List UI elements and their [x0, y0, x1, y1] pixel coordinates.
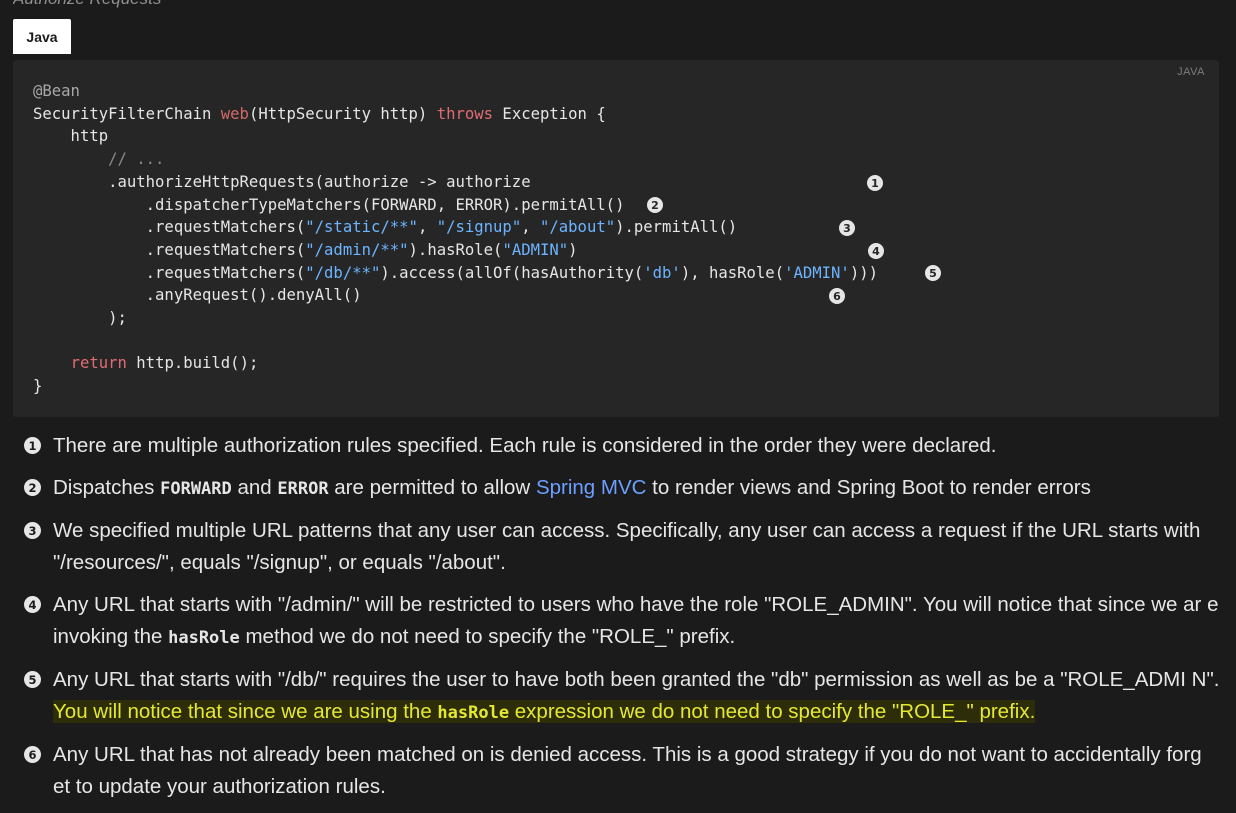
code-line-11: );	[33, 309, 127, 328]
callout-number: 2	[24, 479, 41, 496]
code-line-14: }	[33, 377, 43, 396]
callout-text: method we do not need to specify the "RO…	[239, 625, 736, 648]
code-line-4: // ...	[33, 150, 165, 169]
inline-code: ERROR	[277, 479, 329, 499]
inline-code: FORWARD	[160, 479, 232, 499]
callout-number: 1	[24, 437, 41, 454]
code-line-6: .dispatcherTypeMatchers(FORWARD, ERROR).…	[33, 195, 625, 214]
code-line-3: http	[33, 127, 109, 146]
code-block: JAVA @Bean SecurityFilterChain web(HttpS…	[13, 60, 1219, 417]
code-callout-marker-1: 1	[867, 175, 883, 191]
callout-text: are permitted to allow	[328, 476, 536, 499]
callout-item-4: 4 Any URL that starts with "/admin/" wil…	[0, 589, 1236, 654]
callout-item-2: 2 Dispatches FORWARD and ERROR are permi…	[0, 472, 1236, 505]
code-line-5: .authorizeHttpRequests(authorize -> auth…	[33, 172, 531, 191]
code-line-1: @Bean	[33, 82, 80, 100]
callout-text: Any URL that has not already been matche…	[53, 743, 1202, 798]
tab-java[interactable]: Java	[13, 19, 71, 54]
callout-text: Dispatches	[53, 476, 161, 499]
code-callout-marker-4: 4	[868, 243, 884, 259]
inline-code: hasRole	[168, 628, 240, 648]
spring-mvc-link[interactable]: Spring MVC	[536, 476, 647, 499]
callout-number: 4	[24, 596, 41, 613]
code-line-13: return http.build();	[70, 354, 259, 373]
callout-text: Any URL that starts with "/db/" requires…	[53, 668, 1220, 691]
callout-text: We specified multiple URL patterns that …	[53, 519, 1201, 574]
code-line-2: SecurityFilterChain web(HttpSecurity htt…	[33, 104, 606, 123]
code-line-9: .requestMatchers("/db/**").access(allOf(…	[33, 263, 878, 282]
callout-item-1: 1 There are multiple authorization rules…	[0, 430, 1236, 462]
code-line-8: .requestMatchers("/admin/**").hasRole("A…	[33, 240, 578, 259]
callout-list: 1 There are multiple authorization rules…	[0, 430, 1236, 813]
code-line-7: .requestMatchers("/static/**", "/signup"…	[33, 218, 738, 237]
section-title: Authorize Requests	[13, 0, 161, 8]
callout-text: There are multiple authorization rules s…	[53, 434, 997, 457]
code-listing: @Bean SecurityFilterChain web(HttpSecuri…	[33, 80, 878, 398]
highlighted-text: You will notice that since we are using …	[53, 700, 1036, 723]
callout-text: and	[231, 476, 278, 499]
callout-number: 5	[24, 671, 41, 688]
callout-text: to render views and Spring Boot to rende…	[646, 476, 1091, 499]
callout-number: 3	[24, 522, 41, 539]
callout-item-6: 6 Any URL that has not already been matc…	[0, 739, 1236, 803]
code-callout-marker-6: 6	[829, 288, 845, 304]
inline-code: hasRole	[437, 703, 510, 723]
callout-item-5: 5 Any URL that starts with "/db/" requir…	[0, 664, 1236, 729]
code-callout-marker-5: 5	[925, 265, 941, 281]
language-label: JAVA	[1177, 66, 1205, 78]
code-callout-marker-3: 3	[839, 220, 855, 236]
code-line-10: .anyRequest().denyAll()	[33, 286, 362, 305]
code-callout-marker-2: 2	[647, 197, 663, 213]
callout-number: 6	[24, 746, 41, 763]
callout-item-3: 3 We specified multiple URL patterns tha…	[0, 515, 1236, 579]
